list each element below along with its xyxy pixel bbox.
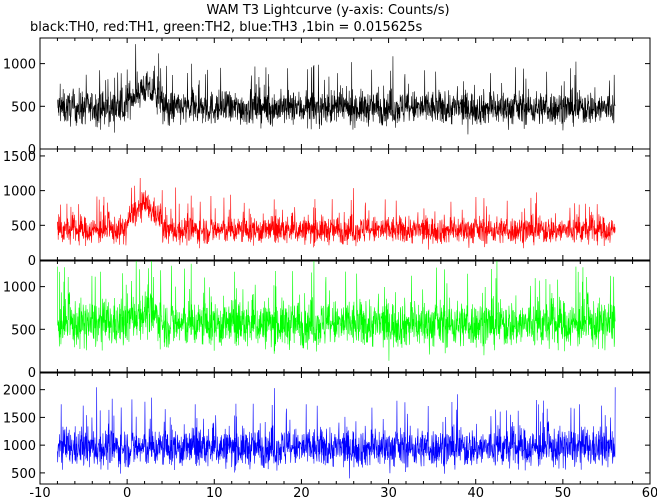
x-tick-label: 0 — [123, 486, 131, 501]
panel-th3: 500 1000 1500 2000 — [3, 372, 651, 485]
series-th3 — [57, 387, 616, 479]
x-axis: -10 0 10 20 30 40 50 60 — [29, 486, 657, 501]
y-tick-label: 0 — [28, 254, 36, 269]
x-tick-label: 50 — [555, 486, 572, 501]
series-th0 — [57, 44, 616, 135]
x-tick-label: 30 — [380, 486, 397, 501]
panel-th1: 0 500 1000 1500 — [3, 148, 651, 269]
series-th2 — [57, 260, 616, 361]
y-tick-label: 1000 — [3, 439, 36, 454]
y-tick-label: 500 — [11, 100, 36, 115]
lightcurve-chart: WAM T3 Lightcurve (y-axis: Counts/s) bla… — [3, 3, 657, 501]
panels-group: 0500100005001000150005001000500100015002… — [3, 37, 651, 485]
y-tick-label: 500 — [11, 219, 36, 234]
x-tick-label: 40 — [467, 486, 484, 501]
y-tick-label: 0 — [28, 366, 36, 381]
chart-subtitle: black:TH0, red:TH1, green:TH2, blue:TH3 … — [30, 20, 423, 35]
x-tick-label: 10 — [206, 486, 223, 501]
y-tick-label: 1500 — [3, 150, 36, 165]
y-tick-label: 2000 — [3, 384, 36, 399]
series-th1 — [57, 177, 616, 250]
panel-frame-th0 — [39, 37, 651, 150]
y-tick-label: 500 — [11, 323, 36, 338]
chart-title: WAM T3 Lightcurve (y-axis: Counts/s) — [206, 3, 449, 18]
y-tick-label: 1000 — [3, 58, 36, 73]
panel-th0: 05001000 — [3, 37, 651, 158]
y-tick-label: 500 — [11, 467, 36, 482]
y-tick-label: 1000 — [3, 281, 36, 296]
x-tick-label: 20 — [293, 486, 310, 501]
y-tick-label: 1000 — [3, 185, 36, 200]
y-tick-label: 1500 — [3, 411, 36, 426]
x-tick-label: -10 — [29, 486, 50, 501]
panel-th2: 0 500 1000 — [3, 260, 651, 381]
x-tick-label: 60 — [642, 486, 657, 501]
